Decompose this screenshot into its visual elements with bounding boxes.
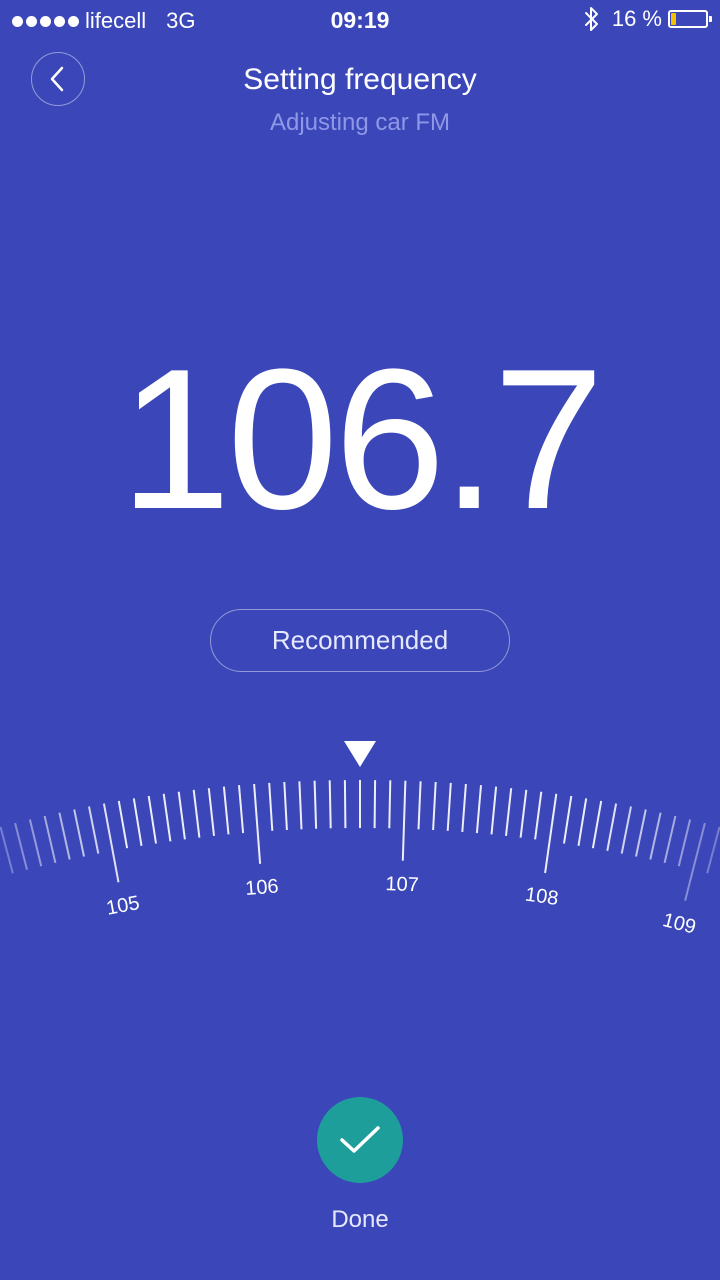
dial-tick xyxy=(283,781,288,831)
page-subtitle: Adjusting car FM xyxy=(269,109,451,136)
frequency-display: 106.7 xyxy=(119,328,605,551)
dial-tick xyxy=(177,791,186,840)
dial-label-108: 108 xyxy=(524,884,560,910)
dial-tick xyxy=(577,798,588,846)
dial-tick xyxy=(475,785,482,834)
dial-tick xyxy=(606,803,618,851)
done-label: Done xyxy=(331,1206,389,1233)
dial-tick xyxy=(147,795,157,844)
dial-tick xyxy=(238,785,245,834)
dial-tick xyxy=(446,782,452,831)
dial-tick xyxy=(432,781,437,831)
frequency-dial[interactable]: 105 106 107 108 109 xyxy=(0,700,720,980)
dial-tick xyxy=(620,806,632,854)
dial-tick xyxy=(207,788,215,837)
dial-tick xyxy=(388,780,392,829)
status-bar: lifecell 3G 09:19 16 % xyxy=(0,0,720,40)
dial-tick xyxy=(505,788,513,837)
dial-tick xyxy=(490,786,498,835)
dial-tick xyxy=(591,800,603,849)
dial-label-105: 105 xyxy=(104,892,141,920)
dial-tick xyxy=(649,812,662,860)
dial-tick xyxy=(461,783,467,832)
dial-tick xyxy=(563,795,573,844)
dial-major-tick xyxy=(684,822,706,901)
dial-tick xyxy=(298,781,303,830)
dial-tick xyxy=(162,793,172,842)
dial-label-106: 106 xyxy=(244,875,279,899)
battery-tip xyxy=(709,16,712,22)
dial-tick xyxy=(192,789,201,838)
dial-tick xyxy=(58,812,71,860)
recommended-button[interactable]: Recommended xyxy=(210,609,510,672)
dial-tick xyxy=(268,782,274,831)
recommended-label: Recommended xyxy=(271,625,449,655)
dial-tick xyxy=(14,822,28,870)
dial-tick xyxy=(343,780,347,829)
check-icon xyxy=(340,1126,380,1153)
dial-major-tick xyxy=(102,803,120,883)
done-button[interactable] xyxy=(317,1097,403,1183)
dial-tick xyxy=(28,819,43,867)
dial-tick xyxy=(534,791,543,840)
dial-tick xyxy=(222,786,230,835)
battery-icon xyxy=(668,10,712,28)
dial-tick xyxy=(373,780,377,829)
dial-major-tick xyxy=(544,793,558,874)
dial-tick xyxy=(677,819,692,867)
dial-tick xyxy=(519,789,528,838)
dial-tick xyxy=(132,798,143,846)
dial-major-tick xyxy=(253,783,262,864)
battery-percent: 16 % xyxy=(611,6,662,31)
dial-label-107: 107 xyxy=(385,873,419,896)
page-title: Setting frequency xyxy=(243,63,477,96)
dial-tick xyxy=(328,780,332,829)
dial-tick xyxy=(313,780,318,829)
dial-tick xyxy=(706,826,720,874)
dial-tick xyxy=(635,809,647,857)
dial-tick xyxy=(0,826,14,874)
dial-tick xyxy=(88,806,100,854)
dial-tick xyxy=(663,815,677,864)
dial-tick xyxy=(417,781,422,830)
dial-tick xyxy=(117,800,129,849)
status-right: 16 % xyxy=(584,6,712,32)
dial-tick xyxy=(43,815,57,864)
dial-tick xyxy=(73,809,85,857)
dial-label-109: 109 xyxy=(660,909,698,939)
battery-fill xyxy=(671,13,676,25)
bluetooth-icon xyxy=(584,7,598,31)
dial-major-tick xyxy=(401,780,407,861)
